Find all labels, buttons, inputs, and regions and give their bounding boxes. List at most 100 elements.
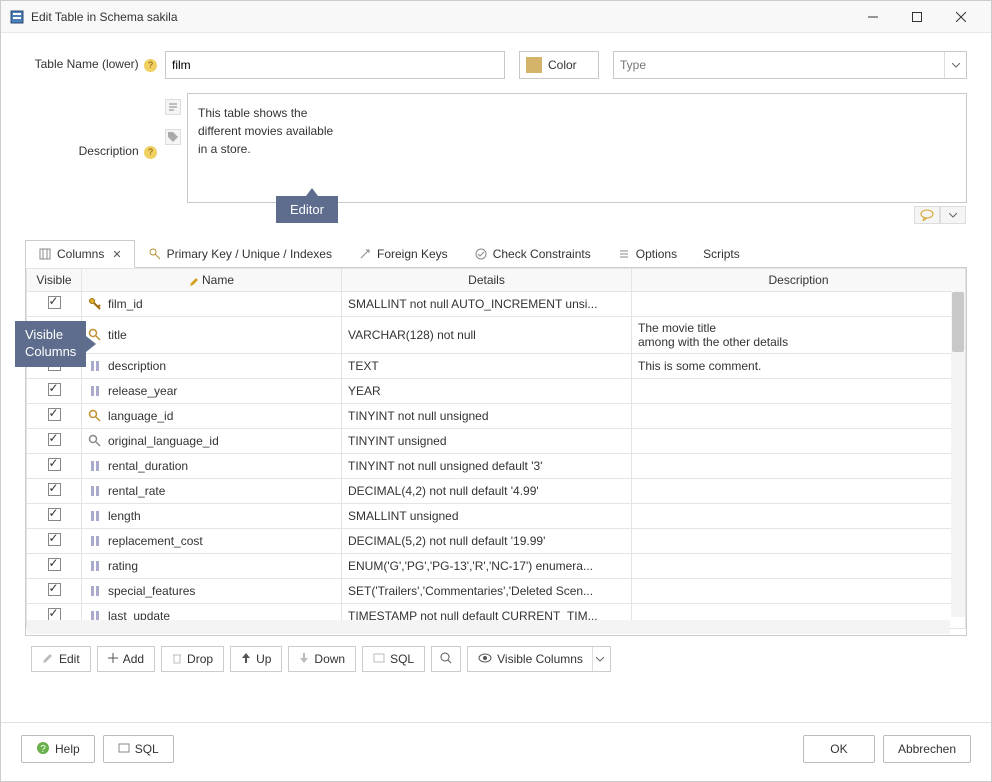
visible-checkbox[interactable] — [48, 583, 61, 596]
sql-footer-button[interactable]: SQL — [103, 735, 174, 763]
table-row[interactable]: replacement_costDECIMAL(5,2) not null de… — [27, 529, 966, 554]
table-row[interactable]: titleVARCHAR(128) not nullThe movie titl… — [27, 317, 966, 354]
table-row[interactable]: length SMALLINT unsigned — [27, 504, 966, 529]
table-row[interactable]: language_idTINYINT not null unsigned — [27, 404, 966, 429]
dialog-footer: ? Help SQL OK Abbrechen — [1, 722, 991, 781]
column-name: rental_duration — [108, 459, 188, 473]
description-textarea[interactable]: This table shows the different movies av… — [187, 93, 967, 203]
grid-header-visible[interactable]: Visible — [27, 269, 82, 292]
description-mode-icons — [165, 93, 187, 203]
tag-mode-icon[interactable] — [165, 129, 181, 145]
maximize-button[interactable] — [895, 2, 939, 32]
idx-icon — [88, 409, 102, 423]
column-details: SMALLINT unsigned — [348, 509, 459, 523]
app-icon — [9, 9, 25, 25]
down-button[interactable]: Down — [288, 646, 356, 672]
ok-button[interactable]: OK — [803, 735, 875, 763]
chk-icon — [474, 247, 488, 261]
table-row[interactable]: rental_rateDECIMAL(4,2) not null default… — [27, 479, 966, 504]
visible-checkbox[interactable] — [48, 296, 61, 309]
lens-icon — [88, 434, 102, 448]
grid-header-name[interactable]: Name — [82, 269, 342, 292]
column-description: The movie titleamong with the other deta… — [638, 321, 788, 349]
titlebar: Edit Table in Schema sakila — [1, 1, 991, 33]
type-select[interactable] — [613, 51, 967, 79]
dialog-window: Edit Table in Schema sakila Table Name (… — [0, 0, 992, 782]
sql-icon — [118, 742, 130, 757]
visible-checkbox[interactable] — [48, 533, 61, 546]
column-name: original_language_id — [108, 434, 219, 448]
speech-icon[interactable] — [914, 206, 940, 224]
add-button[interactable]: Add — [97, 646, 155, 672]
vertical-scrollbar[interactable] — [951, 291, 965, 617]
column-name: length — [108, 509, 141, 523]
table-name-input[interactable] — [165, 51, 505, 79]
trash-icon — [172, 652, 182, 667]
table-row[interactable]: descriptionTEXTThis is some comment. — [27, 354, 966, 379]
visible-checkbox[interactable] — [48, 433, 61, 446]
help-icon[interactable]: ? — [144, 59, 157, 72]
col-icon — [88, 459, 102, 473]
tab-columns[interactable]: Columns✕ — [25, 240, 135, 268]
color-button[interactable]: Color — [519, 51, 599, 79]
columns-grid: Visible Name Details Description film_id… — [26, 268, 966, 629]
table-row[interactable]: special_features SET('Trailers','Commenta… — [27, 579, 966, 604]
horizontal-scrollbar[interactable] — [27, 620, 950, 634]
search-button[interactable] — [431, 646, 461, 672]
close-button[interactable] — [939, 2, 983, 32]
tab-strip: Columns✕Primary Key / Unique / IndexesFo… — [25, 239, 967, 268]
column-name: special_features — [108, 584, 195, 598]
up-button[interactable]: Up — [230, 646, 282, 672]
tab-pk[interactable]: Primary Key / Unique / Indexes — [135, 240, 345, 268]
tab-chk[interactable]: Check Constraints — [461, 240, 604, 268]
help-button[interactable]: ? Help — [21, 735, 95, 763]
pencil-icon — [42, 652, 54, 667]
close-icon[interactable]: ✕ — [112, 248, 121, 261]
tab-opts[interactable]: Options — [604, 240, 690, 268]
visible-checkbox[interactable] — [48, 558, 61, 571]
color-swatch-icon — [526, 57, 542, 73]
help-icon[interactable]: ? — [144, 146, 157, 159]
visible-checkbox[interactable] — [48, 408, 61, 421]
help-icon: ? — [36, 741, 50, 758]
column-details: TINYINT unsigned — [348, 434, 447, 448]
type-input[interactable] — [614, 58, 944, 72]
visible-checkbox[interactable] — [48, 508, 61, 521]
visible-columns-button[interactable]: Visible Columns — [467, 646, 611, 672]
visible-checkbox[interactable] — [48, 458, 61, 471]
grid-header-description[interactable]: Description — [632, 269, 966, 292]
svg-text:?: ? — [40, 744, 46, 755]
description-label: Description ? — [25, 138, 165, 159]
chevron-down-icon[interactable] — [592, 647, 608, 671]
dialog-content: Table Name (lower) ? Color Description ? — [1, 33, 991, 690]
pk-icon — [148, 247, 162, 261]
table-name-label: Table Name (lower) ? — [25, 51, 165, 72]
sql-button[interactable]: SQL — [362, 646, 425, 672]
text-mode-icon[interactable] — [165, 99, 181, 115]
drop-button[interactable]: Drop — [161, 646, 224, 672]
cancel-button[interactable]: Abbrechen — [883, 735, 971, 763]
visible-checkbox[interactable] — [48, 483, 61, 496]
table-row[interactable]: original_language_id TINYINT unsigned — [27, 429, 966, 454]
opts-icon — [617, 247, 631, 261]
column-details: SET('Trailers','Commentaries','Deleted S… — [348, 584, 593, 598]
chevron-down-icon[interactable] — [944, 52, 966, 78]
col-icon — [88, 484, 102, 498]
grid-header-details[interactable]: Details — [342, 269, 632, 292]
table-row[interactable]: rental_durationTINYINT not null unsigned… — [27, 454, 966, 479]
table-row[interactable]: release_yearYEAR — [27, 379, 966, 404]
table-row[interactable]: ratingENUM('G','PG','PG-13','R','NC-17')… — [27, 554, 966, 579]
edit-button[interactable]: Edit — [31, 646, 91, 672]
tab-fk[interactable]: Foreign Keys — [345, 240, 461, 268]
col-icon — [88, 559, 102, 573]
table-row[interactable]: film_idSMALLINT not null AUTO_INCREMENT … — [27, 292, 966, 317]
column-name: rental_rate — [108, 484, 165, 498]
columns-icon — [38, 247, 52, 261]
column-name: language_id — [108, 409, 173, 423]
chevron-down-icon[interactable] — [940, 206, 966, 224]
minimize-button[interactable] — [851, 2, 895, 32]
tab-scripts[interactable]: Scripts — [690, 240, 753, 268]
col-icon — [88, 509, 102, 523]
grid-toolbar: Edit Add Drop Up Down SQL — [25, 636, 967, 678]
visible-checkbox[interactable] — [48, 383, 61, 396]
